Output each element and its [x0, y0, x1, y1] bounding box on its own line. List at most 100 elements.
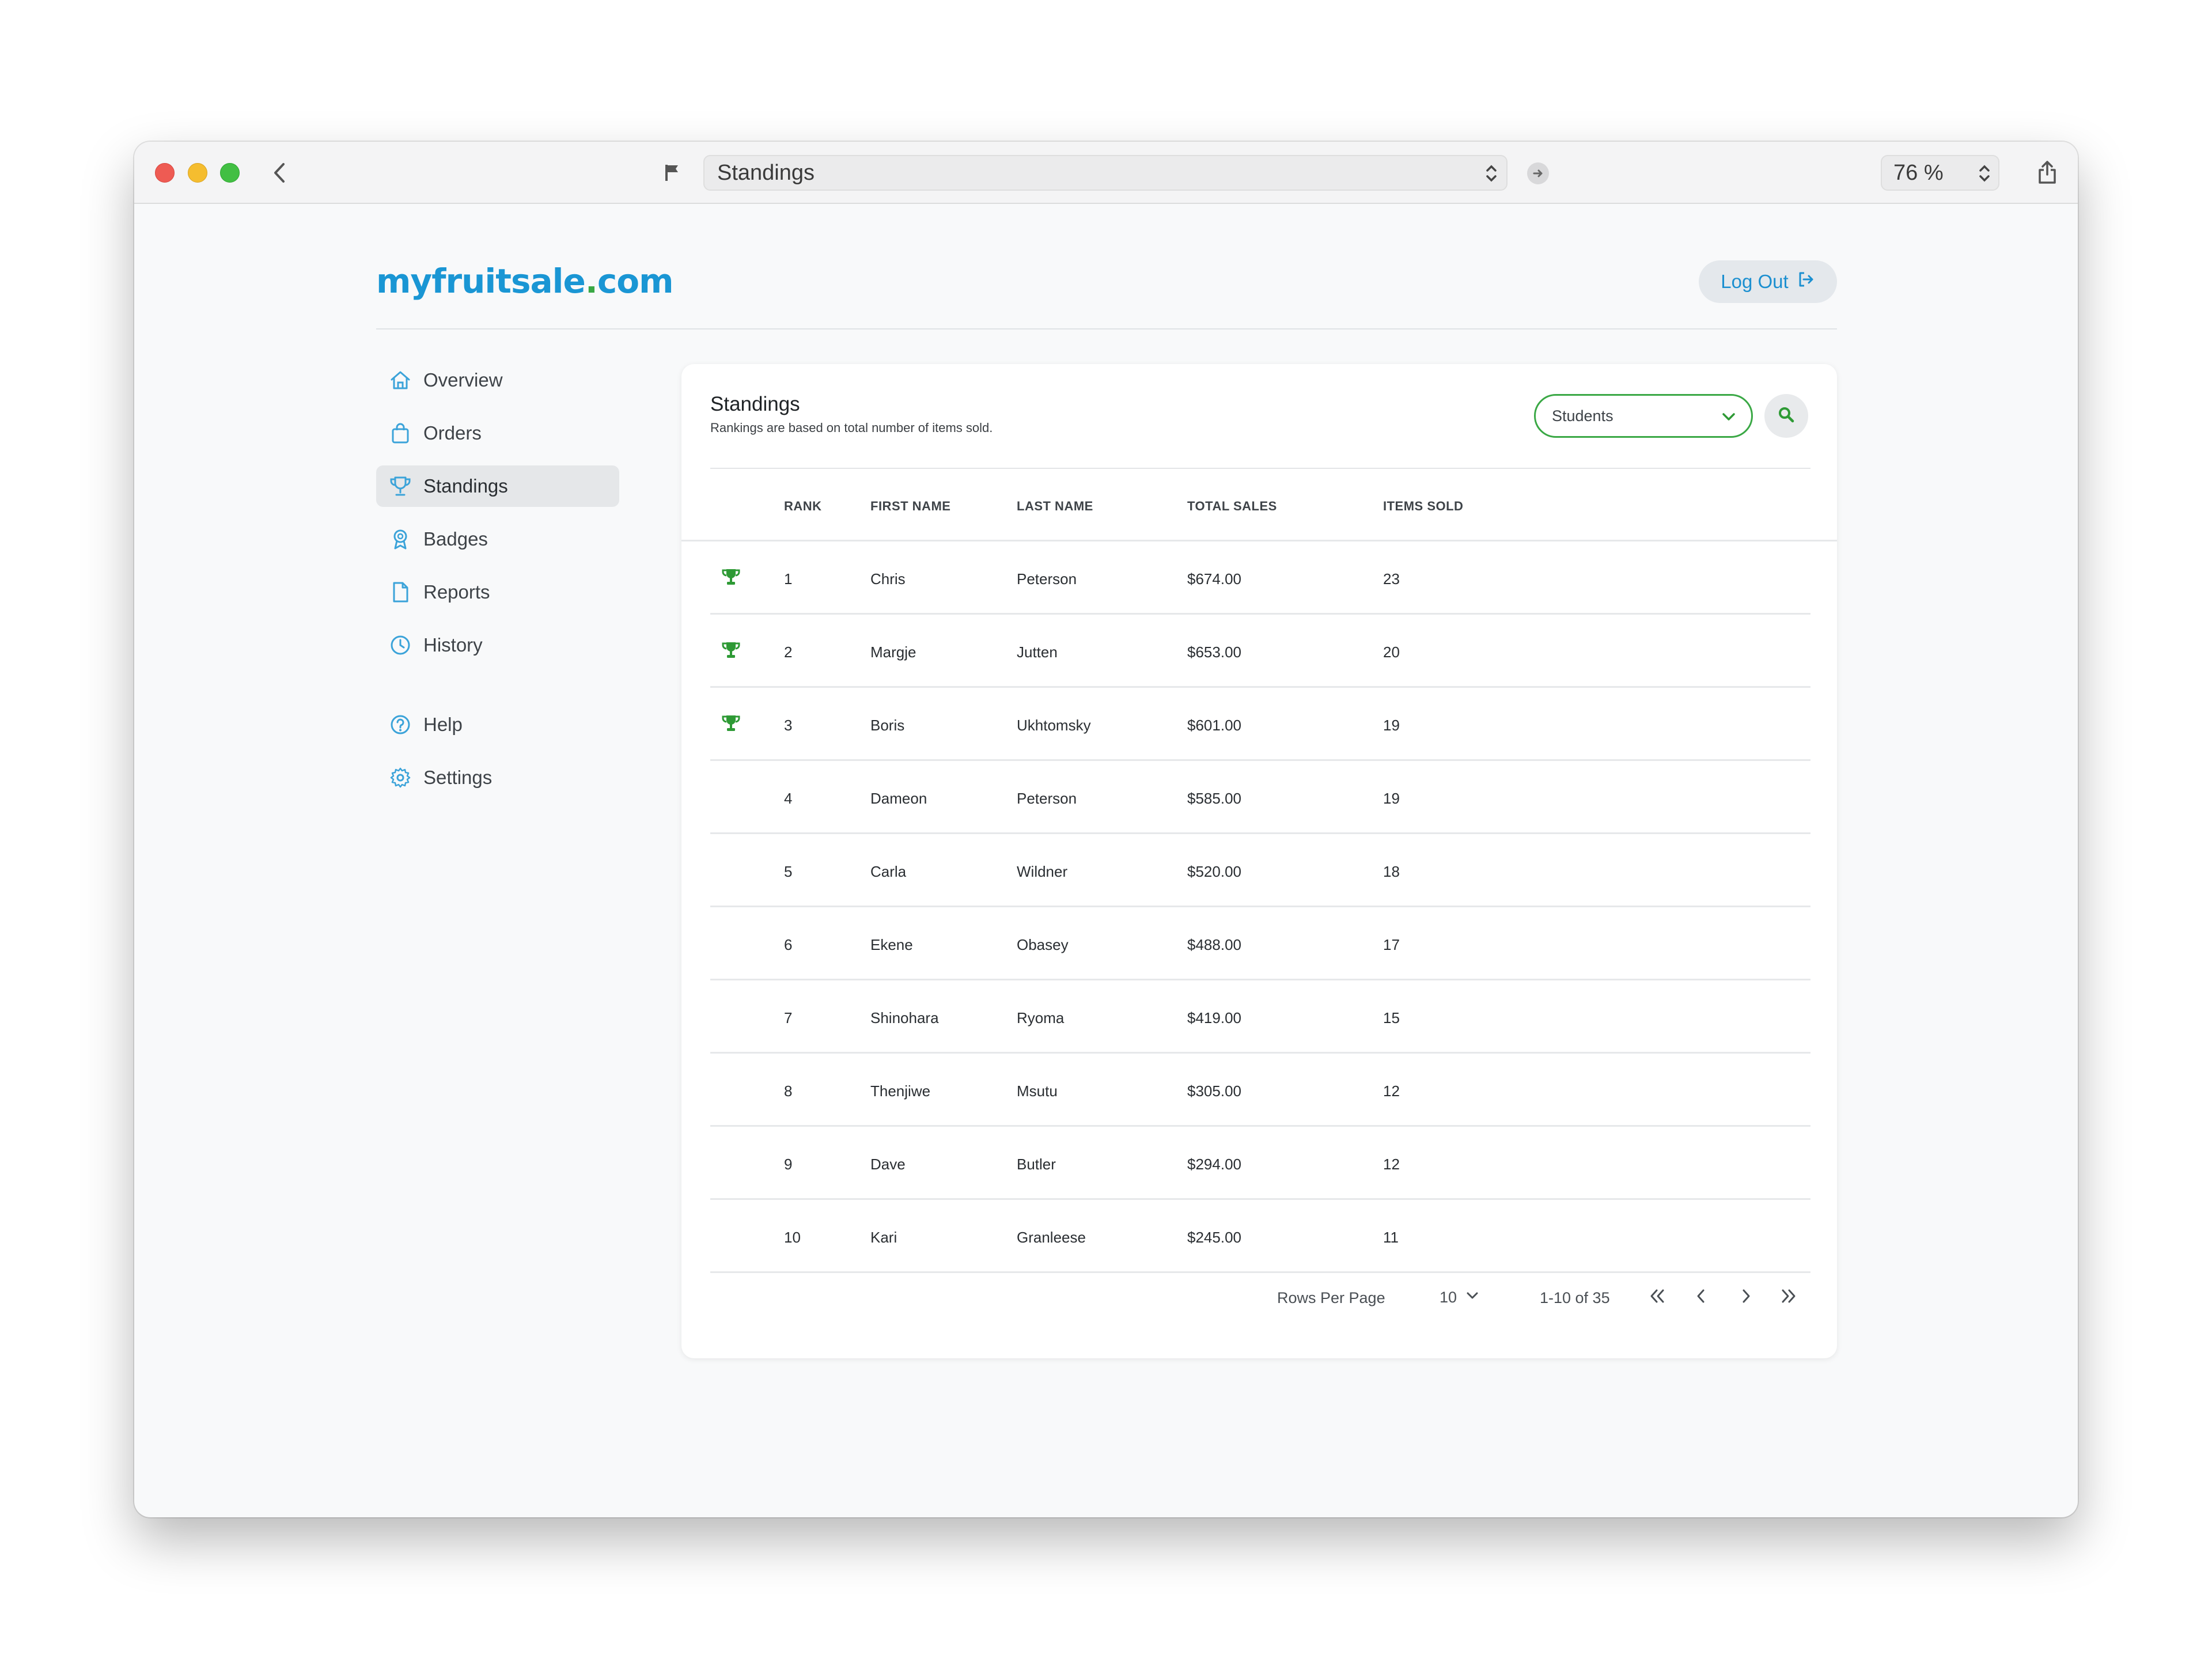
cell-first-name: Dave	[870, 1156, 906, 1173]
header-divider	[376, 328, 1837, 329]
cell-last-name: Ryoma	[1017, 1009, 1065, 1027]
document-icon	[389, 581, 412, 604]
cell-first-name: Shinohara	[870, 1009, 939, 1027]
sidebar-item-label: Reports	[423, 581, 490, 603]
gear-icon	[389, 766, 412, 789]
table-row[interactable]: 4 Dameon Peterson $585.00 19	[681, 761, 1837, 834]
card-subtitle: Rankings are based on total number of it…	[710, 421, 993, 435]
zoom-value: 76 %	[1893, 160, 1944, 185]
cell-last-name: Jutten	[1017, 643, 1058, 661]
shopping-bag-icon	[389, 422, 412, 445]
last-page-button[interactable]	[1775, 1283, 1802, 1311]
table-pagination: Rows Per Page 10 1-10 of 35	[681, 1277, 1837, 1323]
cell-last-name: Obasey	[1017, 936, 1069, 953]
cell-total-sales: $419.00	[1187, 1009, 1241, 1027]
cell-first-name: Thenjiwe	[870, 1082, 931, 1100]
cell-total-sales: $585.00	[1187, 790, 1241, 807]
go-arrow-icon[interactable]	[1527, 162, 1549, 184]
sidebar-item-badges[interactable]: Badges	[376, 518, 619, 560]
sidebar-item-overview[interactable]: Overview	[376, 359, 619, 401]
sidebar-item-label: Settings	[423, 767, 493, 788]
clock-icon	[389, 634, 412, 657]
cell-rank: 6	[784, 936, 793, 953]
sidebar-item-label: Badges	[423, 528, 488, 550]
cell-rank: 5	[784, 863, 793, 880]
cell-total-sales: $653.00	[1187, 643, 1241, 661]
column-header-first-name[interactable]: FIRST NAME	[870, 499, 950, 514]
group-filter-select[interactable]: Students	[1534, 394, 1753, 438]
logout-label: Log Out	[1721, 271, 1789, 292]
minimize-window-button[interactable]	[188, 163, 207, 183]
column-header-total-sales[interactable]: TOTAL SALES	[1187, 499, 1277, 514]
search-button[interactable]	[1764, 394, 1808, 438]
help-circle-icon	[389, 713, 412, 736]
logout-button[interactable]: Log Out	[1699, 260, 1837, 303]
table-row[interactable]: 7 Shinohara Ryoma $419.00 15	[681, 980, 1837, 1054]
cell-items-sold: 15	[1383, 1009, 1400, 1027]
first-page-button[interactable]	[1643, 1283, 1671, 1311]
cell-last-name: Peterson	[1017, 570, 1077, 588]
site-logo[interactable]: myfruitsale.com	[376, 262, 674, 301]
card-title: Standings	[710, 393, 800, 415]
table-row[interactable]: 3 Boris Ukhtomsky $601.00 19	[681, 688, 1837, 761]
address-text: Standings	[717, 160, 815, 185]
cell-last-name: Msutu	[1017, 1082, 1058, 1100]
table-row[interactable]: 8 Thenjiwe Msutu $305.00 12	[681, 1054, 1837, 1127]
column-header-last-name[interactable]: LAST NAME	[1017, 499, 1093, 514]
cell-total-sales: $294.00	[1187, 1156, 1241, 1173]
flag-icon[interactable]	[658, 159, 686, 187]
rows-per-page-select[interactable]: 10	[1440, 1288, 1480, 1307]
cell-first-name: Boris	[870, 717, 905, 734]
sidebar-item-reports[interactable]: Reports	[376, 571, 619, 613]
cell-total-sales: $601.00	[1187, 717, 1241, 734]
sidebar-item-history[interactable]: History	[376, 624, 619, 666]
cell-items-sold: 12	[1383, 1156, 1400, 1173]
cell-items-sold: 11	[1383, 1229, 1399, 1246]
cell-items-sold: 23	[1383, 570, 1400, 588]
cell-total-sales: $305.00	[1187, 1082, 1241, 1100]
cell-last-name: Granleese	[1017, 1229, 1086, 1246]
table-row[interactable]: 5 Carla Wildner $520.00 18	[681, 834, 1837, 907]
previous-page-button[interactable]	[1687, 1283, 1715, 1311]
cell-total-sales: $488.00	[1187, 936, 1241, 953]
sidebar-item-help[interactable]: Help	[376, 704, 619, 745]
table-row[interactable]: 10 Kari Granleese $245.00 11	[681, 1200, 1837, 1273]
sidebar-item-standings[interactable]: Standings	[376, 465, 619, 507]
page-range: 1-10 of 35	[1540, 1289, 1610, 1306]
sidebar-item-settings[interactable]: Settings	[376, 757, 619, 798]
home-icon	[389, 369, 412, 392]
table-header: RANK FIRST NAME LAST NAME TOTAL SALES IT…	[681, 469, 1837, 541]
cell-rank: 8	[784, 1082, 793, 1100]
badge-icon	[389, 528, 412, 551]
cell-rank: 9	[784, 1156, 793, 1173]
table-row[interactable]: 2 Margje Jutten $653.00 20	[681, 615, 1837, 688]
address-field[interactable]: Standings	[703, 155, 1508, 191]
sidebar-item-label: Standings	[423, 475, 508, 497]
double-chevron-right-icon	[1779, 1287, 1798, 1308]
column-header-rank[interactable]: RANK	[784, 499, 822, 514]
close-window-button[interactable]	[155, 163, 175, 183]
trophy-icon	[721, 567, 741, 587]
zoom-window-button[interactable]	[220, 163, 240, 183]
stepper-icon	[1978, 162, 1991, 191]
chevron-down-icon	[1720, 408, 1737, 430]
table-row[interactable]: 1 Chris Peterson $674.00 23	[681, 541, 1837, 615]
trophy-icon	[721, 714, 741, 733]
next-page-button[interactable]	[1732, 1283, 1760, 1311]
cell-items-sold: 19	[1383, 717, 1400, 734]
cell-first-name: Carla	[870, 863, 907, 880]
share-icon[interactable]	[2033, 157, 2062, 188]
chevron-down-icon	[1465, 1288, 1480, 1307]
chevron-right-icon	[1739, 1287, 1753, 1308]
column-header-items-sold[interactable]: ITEMS SOLD	[1383, 499, 1463, 514]
cell-first-name: Margje	[870, 643, 916, 661]
cell-first-name: Kari	[870, 1229, 897, 1246]
table-row[interactable]: 9 Dave Butler $294.00 12	[681, 1127, 1837, 1200]
trophy-icon	[721, 641, 741, 660]
table-row[interactable]: 6 Ekene Obasey $488.00 17	[681, 907, 1837, 980]
page-content: myfruitsale.com Log Out Overview Orders	[134, 204, 2078, 1517]
zoom-field[interactable]: 76 %	[1881, 155, 1999, 191]
sidebar-item-label: Overview	[423, 369, 503, 391]
sidebar-item-orders[interactable]: Orders	[376, 412, 619, 454]
back-icon[interactable]	[266, 159, 293, 187]
